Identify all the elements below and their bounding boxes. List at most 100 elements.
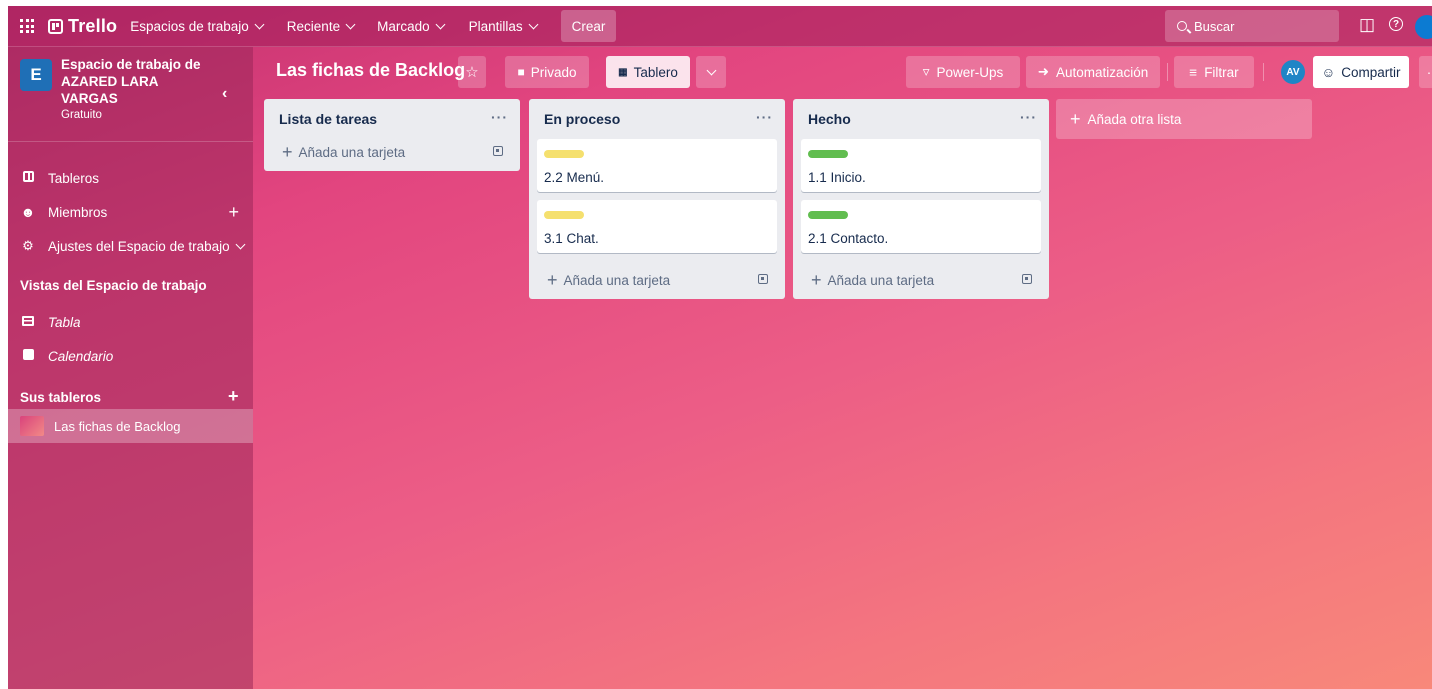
star-icon: ☆ (465, 64, 479, 81)
card-label[interactable] (808, 211, 848, 219)
board-menu-button[interactable]: · (1419, 56, 1432, 88)
table-icon (20, 315, 36, 329)
view-switcher-button[interactable] (696, 56, 726, 88)
avatar[interactable] (1415, 15, 1432, 39)
help-icon[interactable]: ? (1389, 17, 1403, 31)
list-header[interactable]: Hecho ··· (793, 99, 1049, 139)
list-title[interactable]: Lista de tareas (279, 111, 377, 127)
more-icon[interactable]: ··· (1020, 109, 1037, 125)
workspace-avatar[interactable]: E (20, 59, 52, 91)
board-header: Las fichas de Backlog ☆ ■ Privado ▦ Tabl… (253, 47, 1432, 97)
add-list-button[interactable]: + Añada otra lista (1056, 99, 1312, 139)
calendar-icon (20, 349, 36, 363)
card[interactable]: 1.1 Inicio. (801, 139, 1041, 192)
template-icon[interactable] (493, 146, 503, 156)
filter-label: Filtrar (1204, 64, 1239, 80)
add-card-label: Añada una tarjeta (563, 272, 671, 288)
menu-recent[interactable]: Reciente (287, 19, 356, 34)
create-button[interactable]: Crear (560, 10, 617, 42)
views-heading: Vistas del Espacio de trabajo (20, 278, 207, 293)
template-icon[interactable] (1022, 274, 1032, 284)
search-input[interactable]: Buscar (1165, 10, 1339, 42)
chevron-down-icon (235, 239, 246, 249)
workspace-plan: Gratuito (61, 109, 102, 121)
chevron-down-icon (706, 65, 716, 75)
list-title[interactable]: En proceso (544, 111, 620, 127)
visibility-button[interactable]: ■ Privado (505, 56, 589, 88)
members-icon: ☻ (20, 204, 36, 220)
more-icon[interactable]: ··· (756, 109, 773, 125)
menu-starred[interactable]: Marcado (377, 18, 446, 34)
automation-label: Automatización (1056, 64, 1149, 80)
more-icon[interactable]: ··· (491, 109, 508, 125)
card[interactable]: 2.2 Menú. (537, 139, 777, 192)
sidebar-item-table[interactable]: Tabla (8, 306, 253, 338)
power-ups-button[interactable]: ▿ Power-Ups (906, 56, 1020, 88)
add-board-icon[interactable]: + (228, 386, 239, 407)
menu-workspaces-label: Espacios de trabajo (130, 18, 249, 34)
share-button[interactable]: ☺ Compartir (1313, 56, 1409, 88)
more-icon: · (1426, 64, 1432, 80)
add-card-label: Añada una tarjeta (298, 144, 406, 160)
gear-icon: ⚙ (22, 238, 34, 253)
search-icon (1177, 21, 1187, 31)
sidebar-item-calendar[interactable]: Calendario (8, 340, 253, 372)
sidebar-item-boards[interactable]: Tableros (8, 162, 253, 194)
notifications-icon[interactable]: ◫ (1359, 15, 1375, 35)
card-label[interactable] (544, 150, 584, 158)
app-switcher-icon[interactable] (20, 19, 34, 33)
filter-button[interactable]: ≡ Filtrar (1174, 56, 1254, 88)
card[interactable]: 3.1 Chat. (537, 200, 777, 253)
card-label[interactable] (544, 211, 584, 219)
menu-workspaces[interactable]: Espacios de trabajo (130, 18, 265, 34)
template-icon[interactable] (758, 274, 768, 284)
board-thumbnail (20, 416, 44, 436)
plus-icon: + (811, 269, 822, 290)
chevron-down-icon (435, 19, 446, 29)
sidebar-item-members[interactable]: ☻ Miembros + (8, 196, 253, 228)
card[interactable]: 2.1 Contacto. (801, 200, 1041, 253)
plus-icon: + (1070, 108, 1081, 129)
sidebar-board-item[interactable]: Las fichas de Backlog (8, 409, 253, 443)
sidebar-item-label: Ajustes del Espacio de trabajo (48, 238, 230, 254)
workspace-name[interactable]: Espacio de trabajo de AZARED LARA VARGAS (61, 56, 211, 107)
menu-templates[interactable]: Plantillas (468, 18, 539, 34)
chevron-down-icon (528, 19, 539, 29)
list-todo: Lista de tareas ··· + Añada una tarjeta (264, 99, 520, 171)
sidebar-item-label: Calendario (48, 348, 114, 364)
boards-heading-label: Sus tableros (20, 390, 102, 405)
list-done: Hecho ··· 1.1 Inicio. 2.1 Contacto. + Añ… (793, 99, 1049, 299)
board-view-icon: ▦ (618, 66, 628, 78)
chevron-down-icon (345, 19, 356, 29)
board-view-button[interactable]: ▦ Tablero (606, 56, 690, 88)
star-board-button[interactable]: ☆ (458, 56, 486, 88)
list-header[interactable]: En proceso ··· (529, 99, 785, 139)
member-avatar[interactable]: AV (1281, 60, 1305, 84)
add-card-button[interactable]: + Añada una tarjeta (529, 261, 785, 299)
sidebar-item-label: Tableros (48, 170, 100, 186)
card-title: 1.1 Inicio. (808, 170, 866, 185)
trello-logo[interactable]: Trello (48, 16, 117, 37)
boards-heading: Sus tableros + (20, 386, 239, 406)
add-card-button[interactable]: + Añada una tarjeta (264, 133, 520, 171)
automation-button[interactable]: ➜ Automatización (1026, 56, 1160, 88)
plus-icon: + (282, 141, 293, 162)
add-card-button[interactable]: + Añada una tarjeta (793, 261, 1049, 299)
filter-icon: ≡ (1189, 64, 1198, 80)
sidebar-item-settings[interactable]: ⚙ Ajustes del Espacio de trabajo (8, 230, 253, 262)
menu-starred-label: Marcado (377, 18, 430, 34)
card-label[interactable] (808, 150, 848, 158)
trello-window: Trello Espacios de trabajo Reciente Marc… (8, 6, 1432, 689)
list-title[interactable]: Hecho (808, 111, 851, 127)
card-title: 3.1 Chat. (544, 231, 599, 246)
share-label: Compartir (1341, 64, 1401, 80)
sidebar-item-label: Miembros (48, 204, 108, 220)
add-member-icon[interactable]: + (228, 202, 239, 223)
card-title: 2.2 Menú. (544, 170, 605, 185)
top-navigation: Trello Espacios de trabajo Reciente Marc… (8, 6, 1432, 47)
board-view-label: Tablero (633, 64, 678, 80)
board-title[interactable]: Las fichas de Backlog (276, 60, 465, 81)
menu-templates-label: Plantillas (468, 18, 523, 34)
collapse-sidebar-icon[interactable]: ‹ (222, 85, 227, 103)
power-ups-label: Power-Ups (936, 64, 1004, 80)
